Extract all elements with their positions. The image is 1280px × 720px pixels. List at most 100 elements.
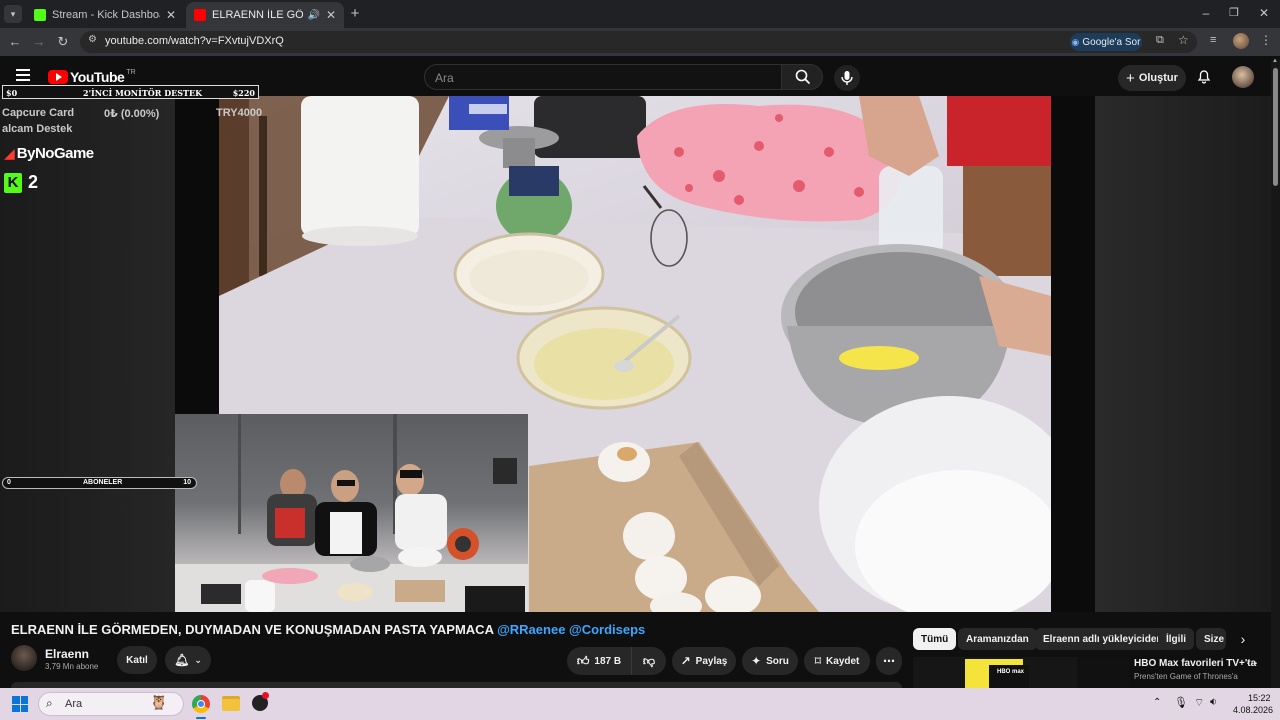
tab-search-button[interactable]: ▾	[4, 5, 22, 23]
browser-tab-strip: ▾ Stream - Kick Dashboard ✕ ELRAENN İLE …	[0, 0, 1280, 28]
chrome-active-indicator	[196, 717, 206, 719]
recommendation-thumbnail[interactable]: HBO max	[913, 657, 1129, 688]
chip-for-you[interactable]: Size	[1196, 628, 1226, 650]
restore-button[interactable]: ❐	[1224, 6, 1244, 19]
tab-youtube-video[interactable]: ELRAENN İLE GÖRMEDEN, D 🔊 ✕	[186, 2, 344, 28]
arrow-right-icon: →	[32, 34, 46, 49]
search-button[interactable]	[781, 64, 823, 90]
new-tab-button[interactable]: +	[346, 5, 364, 23]
thumbs-down-icon: 👎︎	[642, 653, 656, 668]
search-icon: ⌕	[46, 696, 53, 710]
search-input[interactable]: Ara	[424, 64, 782, 90]
youtube-play-icon	[48, 70, 68, 84]
sub-goal-label: ABONELER	[83, 479, 123, 486]
search-icon	[795, 69, 811, 85]
channel-avatar[interactable]	[11, 645, 37, 671]
scrollbar-thumb[interactable]	[1273, 68, 1278, 186]
webcam-scene	[175, 414, 528, 612]
media-controls-icon[interactable]: ≡	[1210, 34, 1216, 46]
bookmark-icon: ⌑	[814, 654, 822, 668]
ask-button[interactable]: ✦ Soru	[742, 647, 798, 675]
chips-next-button[interactable]: ›	[1234, 630, 1252, 648]
recommendation-menu-icon[interactable]: ⋯	[1246, 656, 1258, 670]
save-button[interactable]: ⌑ Kaydet	[804, 647, 870, 675]
close-icon[interactable]: ✕	[326, 8, 336, 22]
bell-icon	[1197, 70, 1211, 84]
wifi-icon[interactable]: ⌔	[1194, 696, 1204, 710]
chip-related[interactable]: İlgili	[1158, 628, 1194, 650]
kick-logo-icon: K	[4, 172, 22, 193]
browser-toolbar: ← → ↻ ⚙ youtube.com/watch?v=FXvtujVDXrQ …	[0, 28, 1280, 56]
share-label: Paylaş	[695, 655, 728, 667]
arrow-left-icon: ←	[8, 34, 22, 49]
more-menu-icon[interactable]: ⋮	[1260, 33, 1272, 47]
window-close-button[interactable]: ✕	[1254, 6, 1274, 20]
dislike-button[interactable]: 👎︎	[631, 647, 666, 675]
share-button[interactable]: ↗ Paylaş	[672, 647, 736, 675]
app-taskbar-icon[interactable]	[252, 692, 269, 711]
back-button[interactable]: ←	[6, 33, 24, 51]
profile-avatar[interactable]	[1233, 33, 1249, 49]
capcure-goal: TRY4000	[216, 107, 263, 119]
video-title: ELRAENN İLE GÖRMEDEN, DUYMADAN VE KONUŞM…	[11, 622, 645, 637]
microphone-icon	[841, 71, 853, 85]
close-icon[interactable]: ✕	[166, 8, 176, 22]
join-label: Katıl	[126, 654, 148, 666]
address-bar[interactable]: ⚙ youtube.com/watch?v=FXvtujVDXrQ ◉ Goog…	[80, 31, 1197, 53]
forward-button[interactable]: →	[30, 33, 48, 51]
file-explorer-icon[interactable]	[222, 696, 240, 711]
menu-button[interactable]	[16, 69, 32, 83]
notifications-button[interactable]	[1196, 68, 1214, 86]
recommendation-title[interactable]: HBO Max favorileri TV+'ta	[1134, 658, 1256, 669]
youtube-logo-text: YouTube	[70, 69, 125, 85]
like-button[interactable]: 👍︎ 187 B	[567, 647, 631, 675]
chip-from-search[interactable]: Aramanızdan	[958, 628, 1037, 650]
ask-label: Soru	[766, 655, 789, 667]
speaker-icon[interactable]: 🔊	[307, 10, 319, 21]
voice-search-button[interactable]	[834, 65, 860, 91]
microphone-tray-icon[interactable]: 🎙︎	[1174, 696, 1188, 709]
donation-goal-bar: $0 2'İNCİ MONİTÖR DESTEK $220	[2, 85, 259, 99]
scroll-up-icon[interactable]: ▲	[1272, 58, 1278, 64]
chevron-up-icon[interactable]: ⌃	[1153, 697, 1161, 708]
chip-all[interactable]: Tümü	[913, 628, 957, 650]
account-avatar[interactable]	[1232, 66, 1254, 88]
taskbar: Ara ⌕ 🦉 ⌃ 🎙︎ ⌔ 🔉︎ 15:22 4.08.2026	[0, 688, 1280, 720]
capcure-label: Capcure Card	[2, 107, 75, 119]
more-actions-button[interactable]: ⋯	[876, 647, 902, 675]
kick-favicon-icon	[34, 9, 46, 21]
like-count: 187 B	[594, 655, 622, 667]
chip-from-uploader[interactable]: Elraenn adlı yükleyiciden	[1035, 628, 1171, 650]
volume-icon[interactable]: 🔉︎	[1210, 696, 1217, 709]
notification-bell-button[interactable]: 🔔︎ ⌄	[165, 646, 211, 674]
site-info-icon[interactable]: ⚙	[88, 34, 97, 45]
join-button[interactable]: Katıl	[117, 646, 157, 674]
channel-name[interactable]: Elraenn	[45, 647, 89, 661]
bynogame-text: ByNoGame	[16, 145, 94, 162]
clock-time[interactable]: 15:22	[1248, 693, 1271, 703]
clock-date[interactable]: 4.08.2026	[1233, 705, 1273, 715]
create-label: Oluştur	[1138, 72, 1178, 84]
sub-end-value: 10	[183, 479, 191, 486]
chrome-taskbar-icon[interactable]	[192, 695, 210, 713]
minimize-button[interactable]: –	[1196, 6, 1216, 20]
bookmark-star-icon[interactable]: ☆	[1178, 33, 1189, 47]
url-text[interactable]: youtube.com/watch?v=FXvtujVDXrQ	[105, 35, 284, 47]
tab-kick-dashboard[interactable]: Stream - Kick Dashboard ✕	[26, 2, 184, 28]
subscriber-count: 3,79 Mn abone	[45, 662, 99, 671]
reload-button[interactable]: ↻	[54, 33, 72, 51]
bell-icon: 🔔︎	[174, 653, 190, 667]
hamburger-icon	[16, 69, 30, 81]
start-button[interactable]	[12, 696, 28, 712]
google-ask-button[interactable]: ◉ Google'a Sor	[1070, 33, 1142, 51]
lens-icon: ◉	[1071, 36, 1080, 47]
install-app-icon[interactable]: ⧉	[1156, 34, 1164, 47]
create-button[interactable]: + Oluştur	[1118, 65, 1186, 91]
chevron-down-icon: ⌄	[194, 654, 202, 665]
video-title-mentions[interactable]: @RRaenee @Cordiseps	[497, 622, 645, 637]
youtube-favicon-icon	[194, 9, 206, 21]
sparkle-icon: ✦	[751, 654, 762, 668]
youtube-logo[interactable]: YouTube TR	[48, 68, 136, 86]
share-icon: ↗	[680, 654, 691, 668]
donation-start-value: $0	[6, 88, 18, 98]
